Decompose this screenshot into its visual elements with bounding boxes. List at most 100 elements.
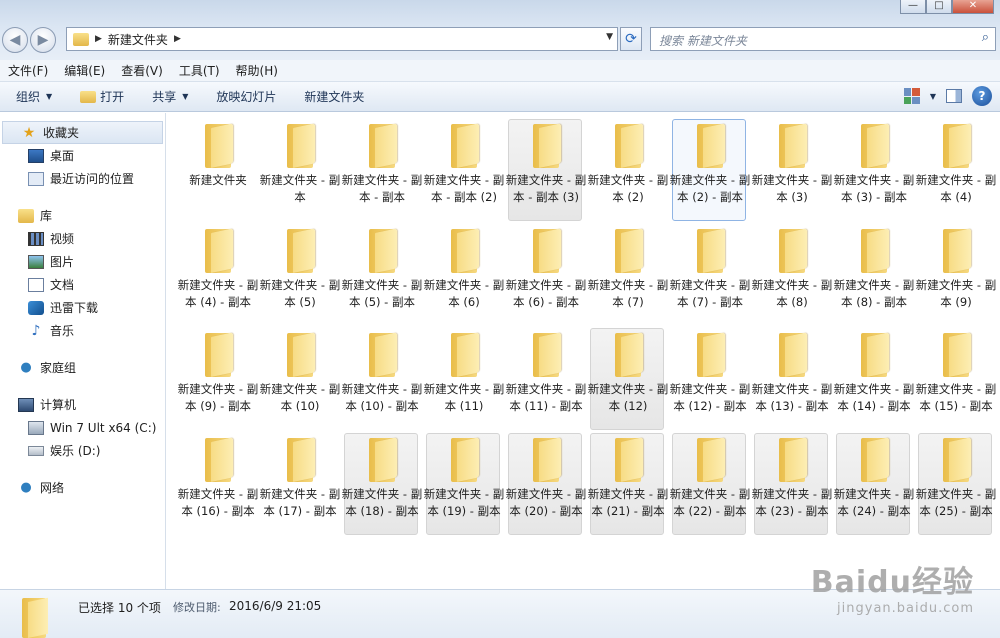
folder-item[interactable]: 新建文件夹 - 副本 (17) - 副本: [260, 433, 340, 535]
address-dropdown-icon[interactable]: ▼: [606, 32, 613, 42]
folder-item[interactable]: 新建文件夹 - 副本 (10) - 副本: [342, 328, 422, 430]
help-icon[interactable]: ?: [972, 86, 992, 106]
breadcrumb-arrow-icon[interactable]: ▶: [95, 34, 102, 44]
folder-item[interactable]: 新建文件夹 - 副本 (2): [588, 119, 668, 221]
folder-item[interactable]: 新建文件夹 - 副本 (18) - 副本: [342, 432, 422, 535]
menu-view[interactable]: 查看(V): [121, 62, 163, 79]
sidebar-item-network[interactable]: ● 网络: [0, 476, 165, 499]
search-placeholder: 搜索 新建文件夹: [659, 34, 747, 48]
folder-item[interactable]: 新建文件夹 - 副本 (22) - 副本: [670, 432, 750, 535]
menu-help[interactable]: 帮助(H): [236, 62, 278, 79]
refresh-button[interactable]: ⟳: [620, 27, 642, 51]
folder-item[interactable]: 新建文件夹: [180, 119, 254, 221]
folder-item[interactable]: 新建文件夹 - 副本 (21) - 副本: [588, 432, 668, 535]
sidebar-item-drive-d[interactable]: 娱乐 (D:): [0, 439, 165, 462]
folder-icon: [363, 436, 401, 482]
back-button[interactable]: ◀: [2, 27, 28, 53]
folder-item[interactable]: 新建文件夹 - 副本 - 副本: [342, 119, 422, 221]
folder-item[interactable]: 新建文件夹 - 副本 (23) - 副本: [752, 432, 832, 535]
sidebar-item-libraries[interactable]: 库: [0, 204, 165, 227]
folder-name: 新建文件夹 - 副本 (3): [751, 173, 833, 204]
folder-icon: [773, 227, 811, 273]
folder-item[interactable]: 新建文件夹 - 副本 (11): [424, 328, 504, 430]
folder-name: 新建文件夹: [189, 173, 247, 187]
address-bar[interactable]: ▶ 新建文件夹 ▶ ▼: [66, 27, 618, 51]
search-input[interactable]: 搜索 新建文件夹 ⌕: [650, 27, 996, 51]
sidebar-item-favorites[interactable]: ★ 收藏夹: [2, 121, 163, 144]
change-view-icon[interactable]: [903, 88, 920, 104]
folder-item[interactable]: 新建文件夹 - 副本 (16) - 副本: [178, 433, 258, 535]
preview-pane-icon[interactable]: [946, 89, 962, 103]
forward-button[interactable]: ▶: [30, 27, 56, 53]
sidebar-item-videos[interactable]: 视频: [0, 227, 165, 250]
close-button[interactable]: ✕: [952, 0, 994, 14]
folder-item[interactable]: 新建文件夹 - 副本 (7) - 副本: [670, 224, 750, 326]
command-bar: 组织 ▼ 打开 共享 ▼ 放映幻灯片 新建文件夹 ▼ ?: [0, 82, 1000, 112]
organize-button[interactable]: 组织 ▼: [16, 88, 52, 105]
maximize-button[interactable]: □: [926, 0, 952, 14]
folder-item[interactable]: 新建文件夹 - 副本 (11) - 副本: [506, 328, 586, 430]
folder-item[interactable]: 新建文件夹 - 副本 (4) - 副本: [178, 224, 258, 326]
folder-item[interactable]: 新建文件夹 - 副本 (9) - 副本: [178, 328, 258, 430]
desktop-icon: [28, 148, 44, 163]
sidebar-item-desktop[interactable]: 桌面: [0, 144, 165, 167]
watermark: Baidu经验 jingyan.baidu.com: [811, 557, 974, 616]
menu-file[interactable]: 文件(F): [8, 62, 48, 79]
sidebar-item-recent[interactable]: 最近访问的位置: [0, 167, 165, 190]
folder-icon: [527, 123, 565, 168]
date-modified-label: 修改日期:: [173, 601, 221, 614]
sidebar-item-label: 文档: [50, 278, 75, 292]
folder-item[interactable]: 新建文件夹 - 副本: [260, 119, 340, 221]
folder-item[interactable]: 新建文件夹 - 副本 (10): [260, 328, 340, 430]
picture-icon: [28, 254, 44, 269]
folder-item[interactable]: 新建文件夹 - 副本 (25) - 副本: [916, 432, 996, 535]
folder-name: 新建文件夹 - 副本 (7) - 副本: [669, 277, 751, 309]
sidebar-item-drive-c[interactable]: Win 7 Ult x64 (C:): [0, 416, 165, 439]
search-icon[interactable]: ⌕: [982, 30, 989, 45]
folder-item[interactable]: 新建文件夹 - 副本 (5): [260, 224, 340, 326]
folder-item[interactable]: 新建文件夹 - 副本 (8): [752, 224, 832, 326]
folder-item[interactable]: 新建文件夹 - 副本 (2) - 副本: [670, 119, 750, 221]
folder-item[interactable]: 新建文件夹 - 副本 - 副本 (2): [424, 119, 504, 221]
file-list: 新建文件夹 新建文件夹 - 副本 新建文件夹 - 副本 - 副本 新建文件夹 - 副本…: [166, 113, 1000, 589]
menu-edit[interactable]: 编辑(E): [64, 62, 105, 79]
sidebar-item-music[interactable]: ♪ 音乐: [0, 319, 165, 342]
folder-icon: [855, 227, 893, 273]
folder-item[interactable]: 新建文件夹 - 副本 (24) - 副本: [834, 432, 914, 535]
folder-item[interactable]: 新建文件夹 - 副本 (12): [588, 328, 668, 430]
slideshow-button[interactable]: 放映幻灯片: [216, 88, 276, 105]
folder-item[interactable]: 新建文件夹 - 副本 - 副本 (3): [506, 119, 586, 221]
sidebar-item-homegroup[interactable]: ● 家庭组: [0, 356, 165, 379]
folder-item[interactable]: 新建文件夹 - 副本 (6) - 副本: [506, 224, 586, 326]
sidebar-item-thunder[interactable]: 迅雷下载: [0, 296, 165, 319]
folder-item[interactable]: 新建文件夹 - 副本 (19) - 副本: [424, 432, 504, 535]
folder-icon: [445, 436, 483, 482]
folder-item[interactable]: 新建文件夹 - 副本 (3): [752, 119, 832, 221]
breadcrumb-arrow-icon[interactable]: ▶: [174, 34, 181, 44]
sidebar-item-documents[interactable]: 文档: [0, 273, 165, 296]
minimize-button[interactable]: —: [900, 0, 926, 14]
sidebar-item-computer[interactable]: 计算机: [0, 393, 165, 416]
folder-item[interactable]: 新建文件夹 - 副本 (9): [916, 224, 996, 326]
folder-item[interactable]: 新建文件夹 - 副本 (7): [588, 224, 668, 326]
sidebar-item-label: 娱乐 (D:): [50, 444, 101, 458]
folder-item[interactable]: 新建文件夹 - 副本 (5) - 副本: [342, 224, 422, 326]
folder-item[interactable]: 新建文件夹 - 副本 (14) - 副本: [834, 328, 914, 430]
folder-item[interactable]: 新建文件夹 - 副本 (6): [424, 224, 504, 326]
folder-name: 新建文件夹 - 副本 - 副本 (2): [423, 173, 505, 204]
sidebar-item-pictures[interactable]: 图片: [0, 250, 165, 273]
folder-item[interactable]: 新建文件夹 - 副本 (15) - 副本: [916, 328, 996, 430]
folder-item[interactable]: 新建文件夹 - 副本 (3) - 副本: [834, 119, 914, 221]
folder-item[interactable]: 新建文件夹 - 副本 (20) - 副本: [506, 432, 586, 535]
folder-item[interactable]: 新建文件夹 - 副本 (13) - 副本: [752, 328, 832, 430]
folder-item[interactable]: 新建文件夹 - 副本 (8) - 副本: [834, 224, 914, 326]
menu-tools[interactable]: 工具(T): [179, 62, 220, 79]
breadcrumb-folder[interactable]: 新建文件夹: [108, 31, 168, 48]
folder-item[interactable]: 新建文件夹 - 副本 (4): [916, 119, 996, 221]
new-folder-button[interactable]: 新建文件夹: [304, 88, 364, 105]
folder-item[interactable]: 新建文件夹 - 副本 (12) - 副本: [670, 328, 750, 430]
view-options-chevron-icon[interactable]: ▼: [930, 92, 936, 101]
share-button[interactable]: 共享 ▼: [152, 88, 188, 105]
folder-icon: [937, 227, 975, 273]
open-button[interactable]: 打开: [80, 88, 124, 105]
